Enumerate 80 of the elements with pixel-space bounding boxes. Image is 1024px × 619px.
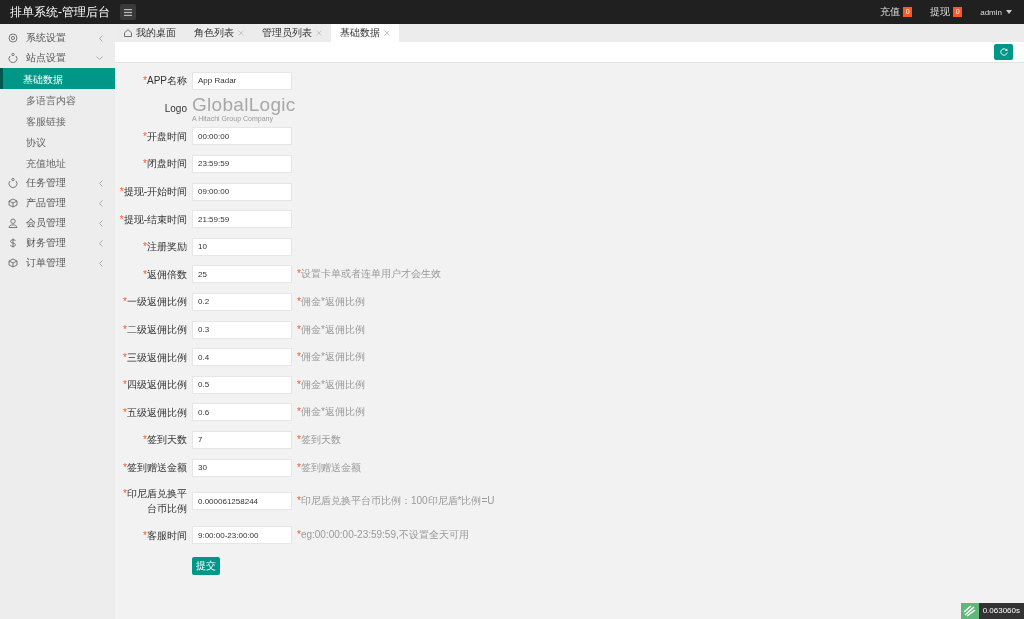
cube-icon: [8, 258, 18, 268]
input-field[interactable]: 25: [192, 265, 292, 284]
field-label: *APP名称: [142, 74, 187, 89]
field-label: *四级返佣比例: [122, 378, 187, 393]
field-label: *提现-结束时间: [118, 212, 187, 227]
field-label: *签到赠送金额: [122, 461, 187, 475]
user-icon: [8, 218, 18, 228]
submenu-item[interactable]: 多语言内容: [0, 89, 115, 110]
field-hint: *佣金*返佣比例: [297, 350, 366, 365]
field-hint: *佣金*返佣比例: [297, 322, 366, 337]
ring-icon: [8, 53, 18, 63]
field-label: *二级返佣比例: [122, 323, 187, 338]
sidebar-item[interactable]: 系统设置: [0, 28, 115, 48]
input-field[interactable]: 0.2: [192, 292, 292, 311]
field-label: *印尼盾兑换平台币比例: [122, 487, 187, 517]
input-field[interactable]: 0.4: [192, 348, 292, 367]
field-hint: *佣金*返佣比例: [297, 377, 366, 392]
sidebar-item[interactable]: 订单管理: [0, 253, 115, 273]
sidebar-item[interactable]: 产品管理: [0, 193, 115, 213]
field-label: *返佣倍数: [142, 267, 187, 282]
logo-text: GlobalLogic: [192, 94, 296, 115]
submit-button[interactable]: 提交: [192, 556, 220, 575]
input-field[interactable]: 0.5: [192, 375, 292, 394]
field-hint: *印尼盾兑换平台币比例：100印尼盾*比例=U: [297, 494, 496, 509]
user-menu[interactable]: admin: [980, 7, 1012, 17]
tab[interactable]: 管理员列表: [253, 24, 331, 42]
field-label: *提现-开始时间: [118, 185, 187, 200]
refresh-icon: [999, 48, 1008, 56]
field-hint: *签到天数: [297, 432, 342, 447]
input-field[interactable]: 9:00:00-23:00:00: [192, 526, 292, 545]
home-icon: [124, 29, 132, 37]
sidebar-item[interactable]: 财务管理: [0, 233, 115, 253]
app-title: 排单系统-管理后台: [10, 3, 111, 21]
input-field[interactable]: 0.3: [192, 320, 292, 339]
sidebar-item[interactable]: 任务管理: [0, 173, 115, 193]
tab[interactable]: 角色列表: [185, 24, 253, 42]
input-field[interactable]: 23:59:59: [192, 155, 292, 173]
field-hint: *佣金*返佣比例: [297, 405, 366, 420]
close-icon[interactable]: [384, 30, 390, 36]
field-label: *闭盘时间: [142, 157, 187, 172]
input-field[interactable]: 30: [192, 458, 292, 477]
tab[interactable]: 我的桌面: [115, 24, 185, 42]
input-field[interactable]: 21:59:59: [192, 210, 292, 229]
menu-button[interactable]: [120, 4, 136, 20]
input-field[interactable]: 10: [192, 237, 292, 256]
input-field[interactable]: App Radar: [192, 71, 292, 90]
close-icon[interactable]: [238, 30, 244, 36]
dollar-icon: [8, 238, 18, 248]
load-time: 0.063060s: [978, 603, 1024, 619]
menu-icon: [124, 8, 132, 16]
field-hint: *签到赠送金额: [297, 460, 362, 475]
sidebar-item[interactable]: 会员管理: [0, 213, 115, 233]
sidebar-item[interactable]: 站点设置: [0, 48, 115, 68]
field-label: *客服时间: [142, 528, 187, 543]
field-label: *五级返佣比例: [122, 405, 187, 420]
submenu-item[interactable]: 充值地址: [0, 152, 115, 173]
input-field[interactable]: 0.000061258244: [192, 492, 292, 511]
gear-icon: [8, 33, 18, 43]
field-label: *开盘时间: [142, 129, 187, 144]
submenu-item[interactable]: 基础数据: [0, 68, 115, 89]
cube-icon: [8, 198, 18, 208]
input-field[interactable]: 0.6: [192, 403, 292, 422]
field-label: *一级返佣比例: [122, 295, 187, 310]
field-hint: *佣金*返佣比例: [297, 294, 366, 309]
refresh-button[interactable]: [994, 44, 1013, 60]
field-label: *三级返佣比例: [122, 350, 187, 365]
field-hint: *eg:00:00:00-23:59:59,不设置全天可用: [297, 528, 470, 543]
input-field[interactable]: 7: [192, 430, 292, 449]
close-icon[interactable]: [316, 30, 322, 36]
ring-icon: [8, 178, 18, 188]
field-label: *注册奖励: [142, 240, 187, 255]
submenu-item[interactable]: 客服链接: [0, 110, 115, 131]
input-field[interactable]: 00:00:00: [192, 127, 292, 146]
submenu-item[interactable]: 协议: [0, 131, 115, 152]
field-label: *签到天数: [142, 433, 187, 448]
tab[interactable]: 基础数据: [331, 24, 399, 42]
field-label: Logo: [163, 102, 187, 117]
input-field[interactable]: 09:00:00: [192, 182, 292, 201]
caret-icon: [1006, 10, 1012, 14]
field-hint: *设置卡单或者连单用户才会生效: [297, 267, 442, 282]
